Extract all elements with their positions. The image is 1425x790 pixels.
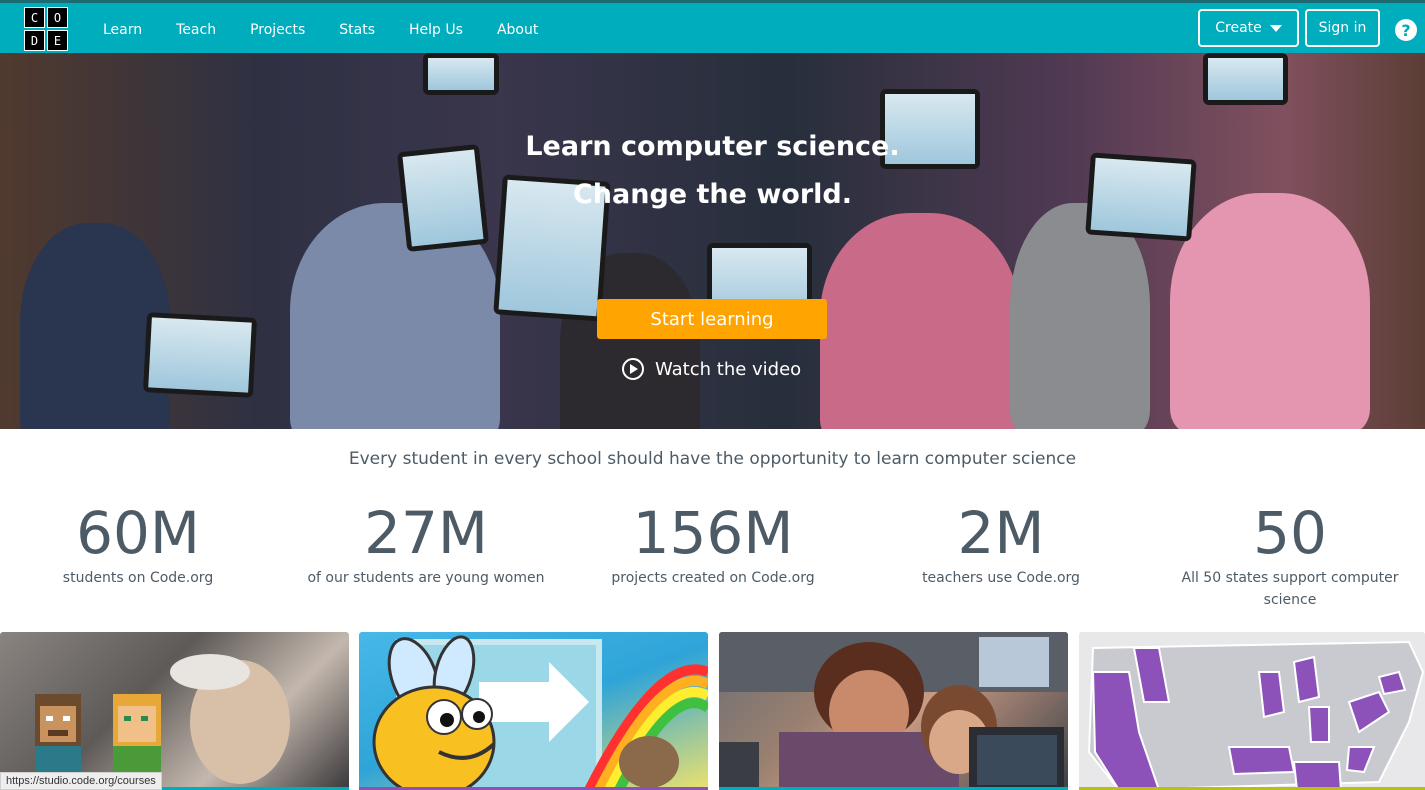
browser-status-url: https://studio.code.org/courses bbox=[0, 772, 162, 790]
hero-photo-figure bbox=[820, 213, 1020, 429]
create-label: Create bbox=[1215, 20, 1262, 36]
stat-states: 50 All 50 states support computer scienc… bbox=[1160, 500, 1420, 611]
sign-in-label: Sign in bbox=[1318, 20, 1367, 36]
top-navigation-bar: C O D E Learn Teach Projects Stats Help … bbox=[0, 0, 1425, 53]
hero-photo-tablet bbox=[423, 53, 499, 95]
states-map-tile[interactable] bbox=[1079, 632, 1425, 790]
caret-down-icon bbox=[1269, 24, 1282, 32]
stat-label: of our students are young women bbox=[307, 570, 545, 586]
hero-title-line-2: Change the world. bbox=[572, 179, 852, 210]
stat-projects: 156M projects created on Code.org bbox=[583, 500, 843, 589]
hero-photo-figure bbox=[1170, 193, 1370, 429]
us-map-image bbox=[1079, 632, 1425, 787]
stat-young-women: 27M of our students are young women bbox=[296, 500, 556, 589]
stat-teachers: 2M teachers use Code.org bbox=[871, 500, 1131, 589]
help-glyph: ? bbox=[1401, 20, 1411, 40]
logo-letter: D bbox=[24, 30, 45, 51]
stat-label: All 50 states support computer science bbox=[1181, 570, 1399, 608]
mission-tagline: Every student in every school should hav… bbox=[348, 449, 1077, 469]
stat-number: 50 bbox=[1253, 499, 1327, 567]
nav-learn[interactable]: Learn bbox=[103, 22, 142, 38]
watch-video-label: Watch the video bbox=[655, 358, 802, 380]
hero-photo-tablet bbox=[142, 312, 258, 398]
nav-stats[interactable]: Stats bbox=[339, 22, 375, 38]
logo-letter: O bbox=[47, 7, 68, 28]
logo-letter: E bbox=[47, 30, 68, 51]
hero-photo-tablet bbox=[1203, 53, 1288, 105]
hour-of-code-tile[interactable] bbox=[359, 632, 708, 790]
bee-character-image bbox=[372, 635, 708, 787]
start-learning-label: Start learning bbox=[650, 308, 774, 330]
hero-title-line-1: Learn computer science. bbox=[525, 131, 900, 162]
classroom-photo-image bbox=[719, 632, 1068, 787]
teachers-tile[interactable] bbox=[719, 632, 1068, 790]
nav-about[interactable]: About bbox=[497, 22, 538, 38]
logo-letter: C bbox=[24, 7, 45, 28]
courses-tile[interactable] bbox=[0, 632, 349, 790]
help-icon[interactable]: ? bbox=[1395, 19, 1417, 41]
stat-number: 60M bbox=[76, 499, 200, 567]
hero-banner: Learn computer science. Change the world… bbox=[0, 53, 1425, 429]
stat-number: 156M bbox=[632, 499, 794, 567]
minecraft-characters-image bbox=[35, 654, 290, 787]
stat-number: 27M bbox=[364, 499, 488, 567]
stat-label: teachers use Code.org bbox=[922, 570, 1080, 586]
nav-help-us[interactable]: Help Us bbox=[409, 22, 463, 38]
nav-teach[interactable]: Teach bbox=[176, 22, 216, 38]
watch-video-link[interactable]: Watch the video bbox=[622, 357, 801, 381]
main-nav: Learn Teach Projects Stats Help Us About bbox=[103, 3, 572, 56]
start-learning-button[interactable]: Start learning bbox=[597, 299, 827, 339]
create-dropdown-button[interactable]: Create bbox=[1198, 9, 1299, 47]
code-org-logo[interactable]: C O D E bbox=[24, 7, 68, 51]
nav-projects[interactable]: Projects bbox=[250, 22, 305, 38]
play-icon bbox=[622, 358, 644, 380]
sign-in-button[interactable]: Sign in bbox=[1305, 9, 1380, 47]
stat-label: projects created on Code.org bbox=[611, 570, 815, 586]
stat-label: students on Code.org bbox=[62, 570, 214, 586]
stat-students: 60M students on Code.org bbox=[8, 500, 268, 589]
stat-number: 2M bbox=[957, 499, 1045, 567]
